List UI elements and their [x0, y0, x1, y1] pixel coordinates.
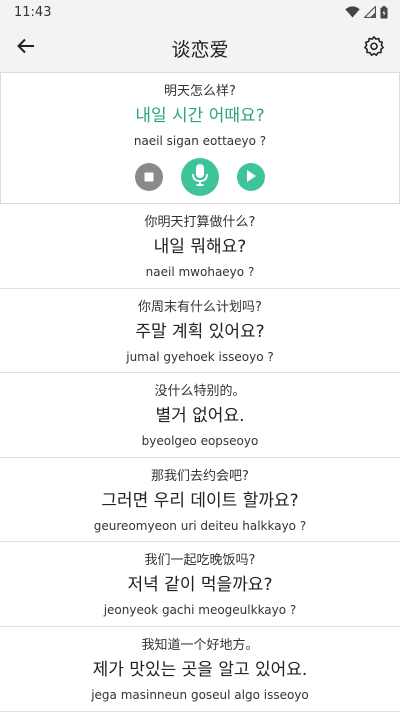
stop-icon: [143, 168, 155, 187]
signal-icon: [364, 6, 376, 18]
korean-text: 그러면 우리 데이트 할까요?: [101, 490, 299, 511]
microphone-icon: [190, 163, 210, 191]
status-icons: [345, 5, 388, 19]
status-time: 11:43: [14, 4, 52, 20]
korean-text: 제가 맛있는 곳을 알고 있어요.: [92, 659, 308, 680]
page-title: 谈恋爱: [171, 38, 229, 61]
battery-icon: [380, 5, 388, 19]
list-item[interactable]: 你明天打算做什么? 내일 뭐해요? naeil mwohaeyo ?: [0, 204, 400, 289]
gear-icon: [363, 35, 385, 61]
romanization-text: geureomyeon uri deiteu halkkayo ?: [93, 518, 307, 533]
list-item[interactable]: 你周末有什么计划吗? 주말 계획 있어요? jumal gyehoek isse…: [0, 288, 400, 374]
back-button[interactable]: [8, 30, 44, 66]
play-icon: [245, 168, 257, 187]
chinese-text: 我知道一个好地方。: [141, 637, 259, 653]
romanization-text: naeil mwohaeyo ?: [145, 265, 255, 279]
romanization-text: jega masinneun goseul algo isseoyo: [91, 687, 309, 702]
sentence-list: 明天怎么样? 내일 시간 어때요? naeil sigan eottaeyo ?…: [0, 72, 400, 712]
record-button[interactable]: [181, 158, 219, 196]
list-item[interactable]: 我知道一个好地方。 제가 맛있는 곳을 알고 있어요. jega masinne…: [0, 626, 400, 712]
list-item[interactable]: 我们一起吃晚饭吗? 저녁 같이 먹을까요? jeonyeok gachi meo…: [0, 542, 400, 627]
chinese-text: 你周末有什么计划吗?: [138, 299, 262, 315]
list-item[interactable]: 那我们去约会吧? 그러면 우리 데이트 할까요? geureomyeon uri…: [0, 457, 400, 543]
chinese-text: 明天怎么样?: [164, 84, 236, 99]
active-sentence-card[interactable]: 明天怎么样? 내일 시간 어때요? naeil sigan eottaeyo ?: [0, 72, 400, 204]
app-bar: 谈恋爱: [0, 24, 400, 72]
korean-text: 주말 계획 있어요?: [135, 321, 265, 342]
romanization-text: naeil sigan eottaeyo ?: [133, 134, 267, 148]
stop-button[interactable]: [135, 163, 163, 191]
chinese-text: 你明天打算做什么?: [144, 215, 256, 230]
korean-text: 내일 시간 어때요?: [135, 106, 265, 126]
korean-text: 내일 뭐해요?: [153, 237, 247, 257]
status-bar: 11:43: [0, 0, 400, 24]
arrow-left-icon: [16, 36, 36, 60]
settings-button[interactable]: [356, 30, 392, 66]
chinese-text: 那我们去约会吧?: [151, 468, 249, 484]
play-button[interactable]: [237, 163, 265, 191]
korean-text: 저녁 같이 먹을까요?: [127, 575, 273, 596]
romanization-text: jumal gyehoek isseoyo ?: [126, 349, 274, 364]
playback-controls: [1, 158, 399, 196]
chinese-text: 没什么特别的。: [154, 384, 246, 400]
chinese-text: 我们一起吃晚饭吗?: [144, 553, 256, 569]
romanization-text: jeonyeok gachi meogeulkkayo ?: [103, 603, 297, 618]
list-item[interactable]: 没什么特别的。 별거 없어요. byeolgeo eopseoyo: [0, 373, 400, 458]
romanization-text: byeolgeo eopseoyo: [141, 434, 259, 449]
korean-text: 별거 없어요.: [155, 406, 245, 427]
wifi-icon: [345, 6, 360, 18]
